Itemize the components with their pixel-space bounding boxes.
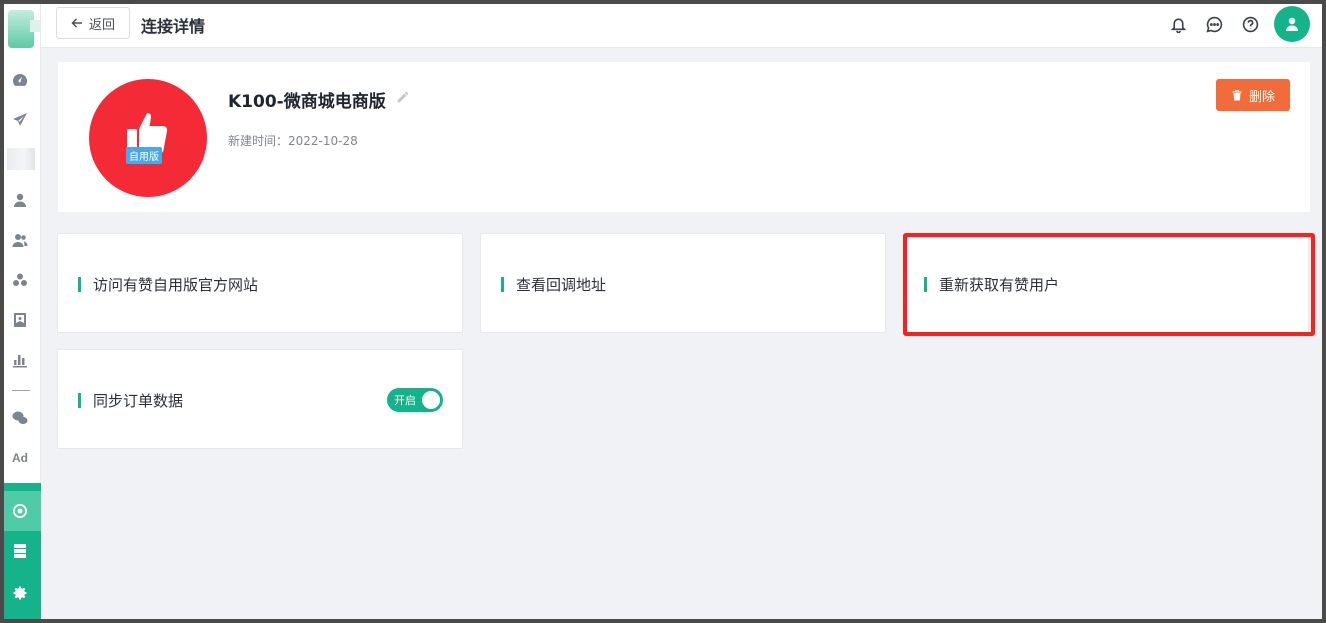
trash-icon bbox=[1232, 90, 1242, 101]
arrow-left-icon bbox=[71, 18, 82, 28]
app-logo-tag: 自用版 bbox=[126, 147, 162, 164]
created-time: 新建时间：2022-10-28 bbox=[228, 134, 358, 148]
card-view-callback-url[interactable]: 查看回调地址 bbox=[480, 233, 886, 333]
card-label: 查看回调地址 bbox=[516, 276, 607, 294]
bar-chart-icon[interactable] bbox=[10, 350, 30, 370]
topbar: 返回 连接详情 bbox=[41, 4, 1322, 48]
card-sync-order-data: 同步订单数据 开启 bbox=[57, 349, 463, 449]
bell-icon[interactable] bbox=[1168, 14, 1188, 34]
back-button-label: 返回 bbox=[88, 17, 115, 33]
sync-toggle-switch[interactable]: 开启 bbox=[387, 388, 443, 412]
settings-icon[interactable] bbox=[10, 583, 30, 603]
back-button[interactable]: 返回 bbox=[56, 7, 130, 39]
card-accent-bar bbox=[501, 277, 504, 292]
user-icon bbox=[1286, 17, 1298, 31]
card-label: 访问有赞自用版官方网站 bbox=[93, 276, 259, 294]
delete-button[interactable]: 删除 bbox=[1216, 79, 1290, 111]
user-icon[interactable] bbox=[10, 190, 30, 210]
contact-card-icon[interactable] bbox=[10, 310, 30, 330]
card-accent-bar bbox=[924, 277, 927, 292]
edit-icon[interactable] bbox=[396, 89, 412, 105]
users-icon[interactable] bbox=[10, 230, 30, 250]
app-name: K100-微商城电商版 bbox=[228, 92, 386, 112]
toggle-knob bbox=[422, 391, 440, 409]
cluster-icon[interactable] bbox=[10, 270, 30, 290]
toggle-label: 开启 bbox=[394, 394, 416, 407]
sidebar-blurred-item[interactable] bbox=[7, 148, 35, 170]
sidebar-divider bbox=[12, 390, 30, 391]
help-icon[interactable] bbox=[1240, 14, 1260, 34]
card-accent-bar bbox=[78, 393, 81, 408]
dashboard-icon[interactable] bbox=[10, 70, 30, 90]
avatar[interactable] bbox=[1274, 6, 1310, 42]
brand-logo[interactable] bbox=[8, 10, 42, 48]
delete-button-label: 删除 bbox=[1248, 89, 1275, 105]
page-title: 连接详情 bbox=[141, 17, 206, 36]
card-label: 重新获取有赞用户 bbox=[939, 276, 1060, 294]
card-refetch-users[interactable]: 重新获取有赞用户 bbox=[903, 233, 1309, 333]
connection-header-card: 自用版 K100-微商城电商版 新建时间：2022-10-28 删除 bbox=[58, 62, 1310, 212]
sidebar-bottom-section bbox=[4, 483, 41, 619]
card-label: 同步订单数据 bbox=[93, 392, 184, 410]
card-accent-bar bbox=[78, 277, 81, 292]
chat-icon[interactable] bbox=[1204, 14, 1224, 34]
card-visit-official-site[interactable]: 访问有赞自用版官方网站 bbox=[57, 233, 463, 333]
sidebar: Ad bbox=[4, 4, 42, 619]
app-window: Ad 返回 连接详情 自用版 K100-微商城电商版 新建时间：2022-10-… bbox=[0, 0, 1326, 623]
app-logo: 自用版 bbox=[89, 79, 207, 197]
send-icon[interactable] bbox=[10, 110, 30, 130]
connector-icon[interactable] bbox=[10, 501, 30, 521]
wechat-icon[interactable] bbox=[10, 408, 30, 428]
ad-icon[interactable]: Ad bbox=[12, 451, 28, 465]
server-icon[interactable] bbox=[10, 541, 30, 561]
